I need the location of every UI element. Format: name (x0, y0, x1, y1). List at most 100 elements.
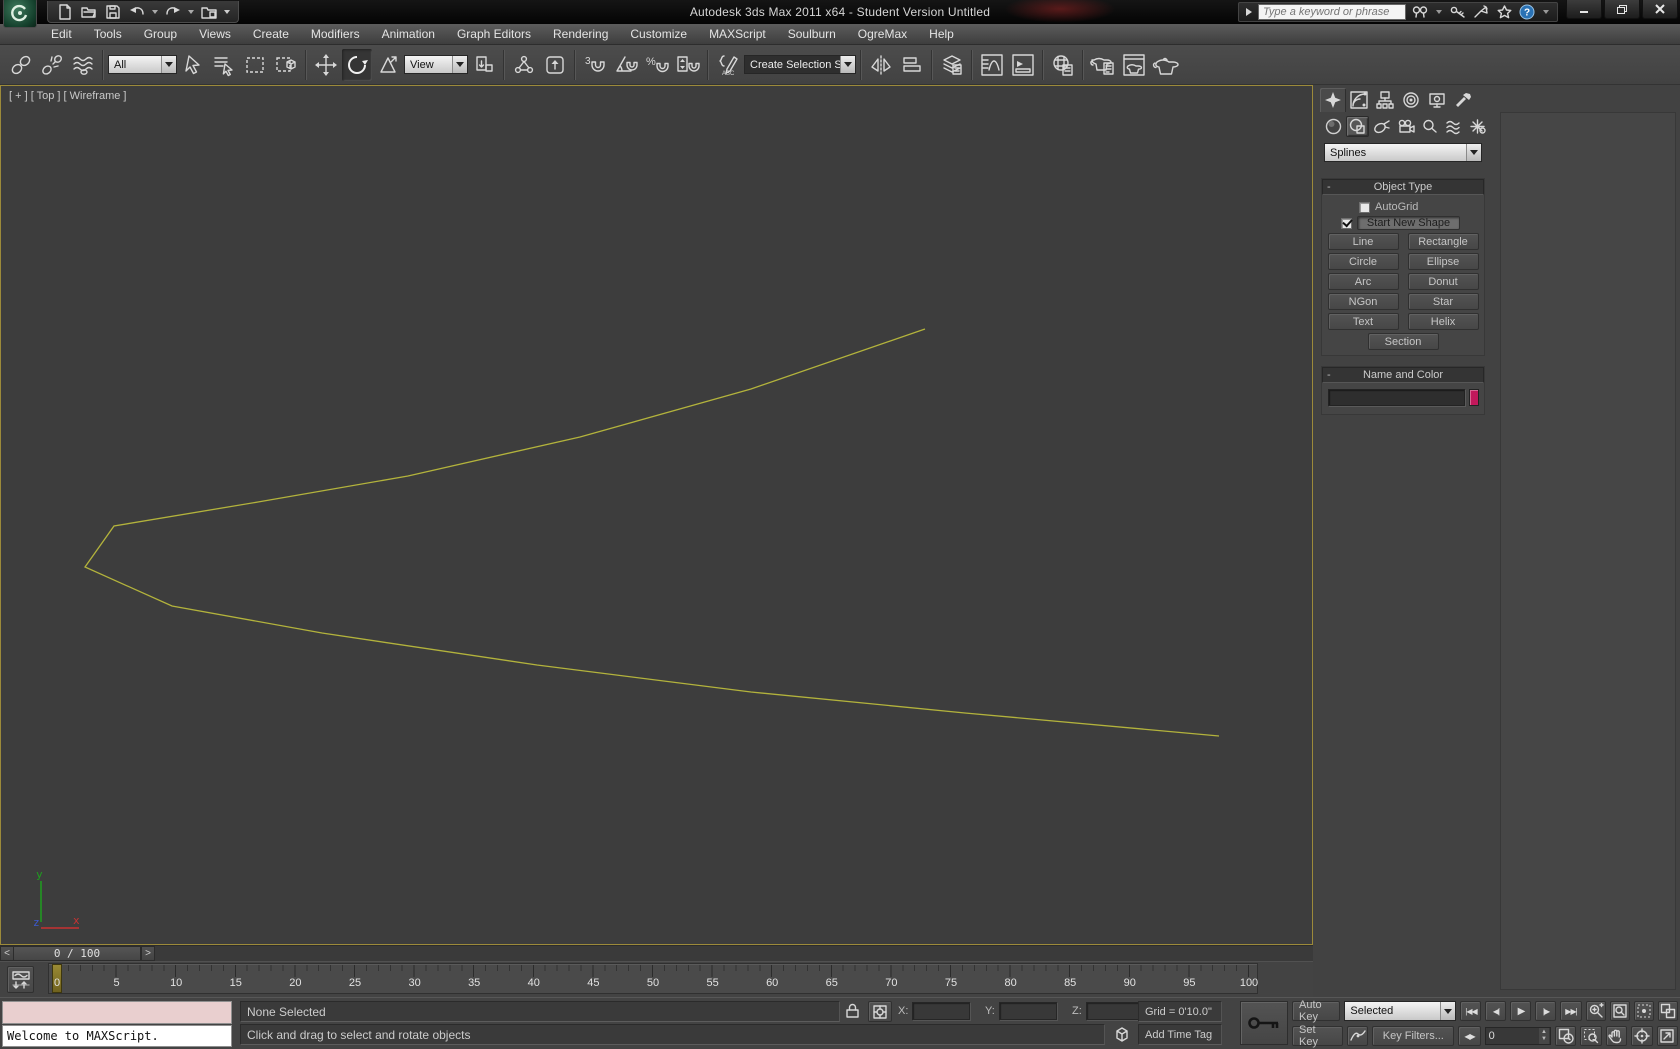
time-configuration-icon[interactable] (1555, 1026, 1576, 1046)
trackbar-next-button[interactable]: > (141, 946, 155, 961)
previous-frame-button[interactable]: ◀| (1485, 1001, 1506, 1021)
communication-center-icon[interactable] (1472, 3, 1490, 21)
menu-ogremax[interactable]: OgreMax (847, 24, 918, 44)
z-coord-field[interactable] (1086, 1002, 1144, 1020)
undo-dropdown-icon[interactable] (152, 10, 158, 14)
zoom-all-icon[interactable] (1610, 1001, 1630, 1021)
category-systems-icon[interactable] (1466, 116, 1489, 137)
tab-modify[interactable] (1346, 88, 1372, 112)
menu-edit[interactable]: Edit (40, 24, 83, 44)
render-setup-icon[interactable] (1088, 49, 1118, 81)
select-and-manipulate-icon[interactable] (509, 49, 539, 81)
shape-button-rectangle[interactable]: Rectangle (1408, 233, 1479, 250)
macro-recorder-field[interactable] (2, 1001, 232, 1024)
redo-dropdown-icon[interactable] (188, 10, 194, 14)
subscription-key-icon[interactable] (1449, 3, 1467, 21)
name-color-rollout-header[interactable]: - Name and Color (1322, 367, 1484, 383)
menu-modifiers[interactable]: Modifiers (300, 24, 371, 44)
manage-layers-icon[interactable] (937, 49, 967, 81)
auto-key-button[interactable]: Auto Key (1292, 1001, 1340, 1021)
add-time-tag[interactable]: Add Time Tag (1138, 1024, 1222, 1045)
save-file-icon[interactable] (102, 3, 124, 21)
collapse-icon[interactable]: - (1327, 368, 1331, 383)
open-mini-curve-editor-button[interactable] (7, 966, 34, 993)
named-selection-set-combo[interactable]: Create Selection Se (744, 55, 856, 74)
infocenter-collapse-icon[interactable] (1245, 7, 1253, 17)
align-icon[interactable] (897, 49, 927, 81)
shape-button-ellipse[interactable]: Ellipse (1408, 253, 1479, 270)
rectangular-selection-region-icon[interactable] (240, 49, 270, 81)
field-of-view-region-icon[interactable] (1580, 1026, 1601, 1046)
search-input[interactable] (1258, 4, 1406, 20)
time-tag-cube-icon[interactable] (1112, 1025, 1133, 1045)
zoom-icon[interactable] (1586, 1001, 1606, 1021)
category-helpers-icon[interactable] (1418, 116, 1441, 137)
qat-customize-dropdown-icon[interactable] (224, 10, 230, 14)
category-shapes-icon[interactable] (1346, 116, 1369, 137)
percent-snap-toggle-icon[interactable]: % (642, 49, 672, 81)
trackbar-prev-button[interactable]: < (0, 946, 14, 961)
help-dropdown-icon[interactable] (1543, 10, 1549, 14)
menu-graph-editors[interactable]: Graph Editors (446, 24, 542, 44)
start-new-shape-button[interactable]: Start New Shape (1357, 216, 1460, 230)
spinner-snap-toggle-icon[interactable] (673, 49, 703, 81)
selection-lock-toggle-icon[interactable] (845, 1003, 862, 1020)
bind-to-space-warp-icon[interactable] (68, 49, 98, 81)
select-by-name-icon[interactable] (209, 49, 239, 81)
menu-help[interactable]: Help (918, 24, 965, 44)
viewport-top[interactable]: [ + ] [ Top ] [ Wireframe ] y x z (0, 85, 1313, 945)
set-key-button[interactable]: Set Key (1292, 1026, 1343, 1046)
object-type-rollout-header[interactable]: - Object Type (1322, 179, 1484, 195)
autogrid-checkbox[interactable] (1359, 202, 1370, 213)
zoom-extents-all-icon[interactable] (1658, 1001, 1678, 1021)
tab-display[interactable] (1424, 88, 1450, 112)
menu-tools[interactable]: Tools (83, 24, 133, 44)
shape-button-helix[interactable]: Helix (1408, 313, 1479, 330)
undo-icon[interactable] (126, 3, 148, 21)
close-button[interactable] (1642, 0, 1678, 19)
use-pivot-point-center-icon[interactable] (469, 49, 499, 81)
shape-button-circle[interactable]: Circle (1328, 253, 1399, 270)
menu-customize[interactable]: Customize (619, 24, 698, 44)
tab-utilities[interactable] (1450, 88, 1476, 112)
current-frame-field[interactable]: 0 ▲▼ (1485, 1027, 1551, 1045)
collapse-icon[interactable]: - (1327, 180, 1331, 195)
object-name-input[interactable] (1328, 389, 1465, 406)
orbit-icon[interactable] (1631, 1026, 1652, 1046)
mirror-icon[interactable] (866, 49, 896, 81)
menu-animation[interactable]: Animation (371, 24, 446, 44)
project-folder-icon[interactable] (198, 3, 220, 21)
redo-icon[interactable] (162, 3, 184, 21)
menu-create[interactable]: Create (242, 24, 300, 44)
category-cameras-icon[interactable] (1394, 116, 1417, 137)
select-and-rotate-icon[interactable] (342, 49, 372, 81)
shape-category-combo[interactable]: Splines (1324, 143, 1482, 162)
maxscript-listener-field[interactable]: Welcome to MAXScript. (2, 1025, 232, 1047)
spline-object[interactable] (85, 329, 1219, 736)
category-lights-icon[interactable] (1370, 116, 1393, 137)
shape-button-line[interactable]: Line (1328, 233, 1399, 250)
key-filters-button[interactable]: Key Filters... (1372, 1026, 1454, 1046)
render-production-icon[interactable] (1150, 49, 1180, 81)
go-to-end-button[interactable]: ▶▶| (1560, 1001, 1581, 1021)
favorites-star-icon[interactable] (1495, 3, 1513, 21)
start-new-shape-checkbox[interactable] (1341, 218, 1352, 229)
shape-button-text[interactable]: Text (1328, 313, 1399, 330)
search-icon[interactable] (1411, 3, 1429, 21)
tab-motion[interactable] (1398, 88, 1424, 112)
curve-editor-icon[interactable] (977, 49, 1007, 81)
snaps-toggle-icon[interactable]: 3 (580, 49, 610, 81)
tab-create[interactable] (1320, 88, 1346, 112)
y-coord-field[interactable] (999, 1002, 1057, 1020)
next-frame-button[interactable]: |▶ (1535, 1001, 1556, 1021)
open-file-icon[interactable] (78, 3, 100, 21)
selection-set-combo[interactable]: Selected (1344, 1001, 1456, 1021)
pan-hand-icon[interactable] (1606, 1026, 1627, 1046)
window-crossing-toggle-icon[interactable] (271, 49, 301, 81)
help-icon[interactable]: ? (1518, 3, 1536, 21)
edit-named-selection-sets-icon[interactable]: ABC (713, 49, 743, 81)
zoom-extents-icon[interactable] (1634, 1001, 1654, 1021)
reference-coordinate-combo[interactable]: View (404, 55, 468, 74)
x-coord-field[interactable] (912, 1002, 970, 1020)
app-logo-icon[interactable] (3, 0, 37, 28)
